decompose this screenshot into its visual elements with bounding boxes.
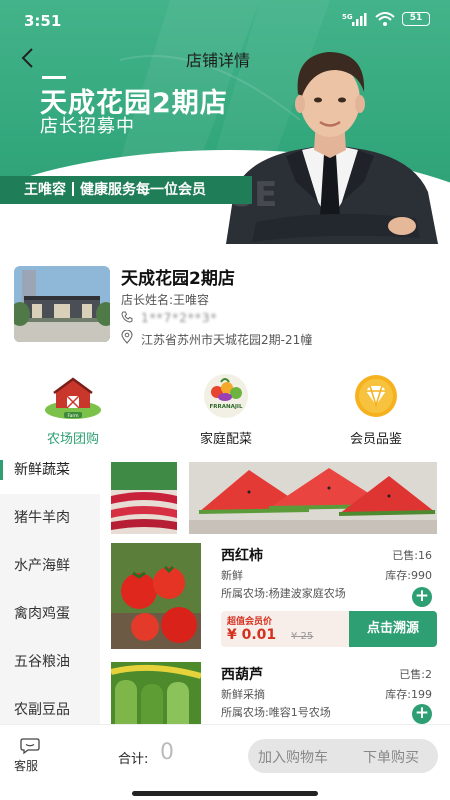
customer-service-label[interactable]: 客服 bbox=[14, 757, 38, 774]
svg-text:5G: 5G bbox=[342, 13, 353, 21]
status-time: 3:51 bbox=[24, 12, 62, 30]
sidebar-item-label: 农副豆品 bbox=[14, 702, 70, 718]
product-sold-count: 已售:16 bbox=[392, 549, 432, 562]
active-indicator bbox=[0, 460, 3, 480]
fresh-badge-text: FRRANAJIL bbox=[210, 404, 243, 410]
product-image-tomato bbox=[111, 543, 201, 649]
sidebar-item-label: 五谷粮油 bbox=[14, 654, 70, 670]
category-member-tasting[interactable]: 会员品鉴 bbox=[316, 374, 436, 447]
original-price: ¥ 25 bbox=[291, 631, 314, 642]
sidebar-item-vegetables[interactable]: 新鲜蔬菜 bbox=[0, 446, 100, 494]
status-bar: 3:51 5G 51 bbox=[0, 0, 450, 40]
category-farm-group-buy[interactable]: Farm 农场团购 bbox=[13, 374, 133, 447]
sidebar-item-grains-oils[interactable]: 五谷粮油 bbox=[0, 638, 100, 686]
total-label: 合计: bbox=[118, 752, 149, 767]
fresh-basket-icon: FRRANAJIL bbox=[204, 374, 248, 418]
product-sold-count: 已售:2 bbox=[399, 668, 432, 681]
promo-title-dash bbox=[42, 76, 66, 79]
product-name: 西葫芦 bbox=[221, 667, 263, 683]
category-sidebar: 新鲜蔬菜 猪牛羊肉 水产海鲜 禽肉鸡蛋 五谷粮油 农副豆品 bbox=[0, 446, 100, 724]
bottom-action-bar: 客服 合计: 0 加入购物车 下单购买 bbox=[0, 724, 450, 800]
promo-subtitle: 店长招募中 bbox=[40, 116, 135, 137]
store-address: 江苏省苏州市天城花园2期-21幢 bbox=[141, 333, 313, 347]
member-diamond-icon bbox=[355, 375, 397, 417]
deal-price: ¥ 0.01 bbox=[227, 627, 277, 643]
farm-barn-icon: Farm bbox=[45, 377, 101, 419]
product-card[interactable]: 西葫芦 已售:2 新鲜采摘 库存:199 所属农场:唯容1号农场 + bbox=[111, 662, 440, 724]
category-family-dishes[interactable]: FRRANAJIL 家庭配菜 bbox=[166, 374, 286, 447]
category-label: 会员品鉴 bbox=[349, 432, 402, 447]
place-order-button[interactable]: 下单购买 bbox=[363, 747, 419, 767]
promo-band-text: 王唯容 健康服务每一位会员 bbox=[24, 179, 206, 199]
farm-badge-text: Farm bbox=[67, 413, 78, 419]
category-label: 家庭配菜 bbox=[199, 432, 252, 447]
store-manager: 店长姓名:王唯容 bbox=[121, 293, 210, 307]
add-to-cart-button[interactable]: 加入购物车 bbox=[258, 747, 328, 767]
battery-indicator: 51 bbox=[402, 12, 430, 26]
product-description: 新鲜 bbox=[221, 569, 243, 582]
category-banner-image[interactable] bbox=[111, 462, 177, 534]
phone-icon[interactable] bbox=[121, 311, 133, 323]
total-value: 0 bbox=[160, 740, 174, 765]
back-arrow-icon[interactable] bbox=[16, 45, 42, 71]
store-phone[interactable]: 1**7*2**3* bbox=[141, 311, 218, 325]
page-title: 店铺详情 bbox=[186, 51, 251, 70]
add-to-cart-plus-button[interactable]: + bbox=[412, 587, 432, 607]
wifi-icon bbox=[375, 12, 395, 26]
sidebar-item-meat[interactable]: 猪牛羊肉 bbox=[0, 494, 100, 542]
store-photo bbox=[14, 266, 110, 342]
product-name: 西红柿 bbox=[221, 548, 263, 564]
product-image-zucchini bbox=[111, 662, 201, 724]
trace-origin-button[interactable]: 点击溯源 bbox=[349, 611, 437, 647]
status-icons: 5G 51 bbox=[342, 12, 430, 26]
product-farm: 所属农场:唯容1号农场 bbox=[221, 706, 331, 719]
sidebar-item-label: 猪牛羊肉 bbox=[14, 510, 70, 526]
store-name: 天成花园2期店 bbox=[121, 269, 235, 289]
promo-slogan: 健康服务每一位会员 bbox=[80, 182, 206, 198]
product-description: 新鲜采摘 bbox=[221, 688, 265, 701]
sidebar-item-seafood[interactable]: 水产海鲜 bbox=[0, 542, 100, 590]
product-stock: 库存:199 bbox=[385, 688, 432, 701]
sidebar-item-label: 水产海鲜 bbox=[14, 558, 70, 574]
deal-tag: 超值会员价 bbox=[227, 617, 273, 627]
sidebar-item-label: 禽肉鸡蛋 bbox=[14, 606, 70, 622]
promo-divider bbox=[72, 182, 74, 196]
sidebar-item-label: 新鲜蔬菜 bbox=[14, 462, 70, 478]
home-indicator bbox=[132, 791, 318, 796]
promo-manager-name: 王唯容 bbox=[24, 182, 66, 198]
category-label: 农场团购 bbox=[46, 432, 99, 447]
product-stock: 库存:990 bbox=[385, 569, 432, 582]
cellular-signal-icon: 5G bbox=[342, 13, 367, 26]
customer-service-chat-icon[interactable] bbox=[20, 737, 40, 755]
watermelon-banner-image[interactable] bbox=[189, 462, 437, 534]
add-to-cart-plus-button[interactable]: + bbox=[412, 704, 432, 724]
product-farm: 所属农场:杨建波家庭农场 bbox=[221, 587, 346, 600]
location-pin-icon bbox=[121, 330, 133, 344]
member-deal-box: 超值会员价 ¥ 0.01 ¥ 25 点击溯源 bbox=[221, 611, 437, 647]
product-card[interactable]: 西红柿 已售:16 新鲜 库存:990 所属农场:杨建波家庭农场 + 超值会员价… bbox=[111, 543, 440, 651]
sidebar-item-poultry-eggs[interactable]: 禽肉鸡蛋 bbox=[0, 590, 100, 638]
